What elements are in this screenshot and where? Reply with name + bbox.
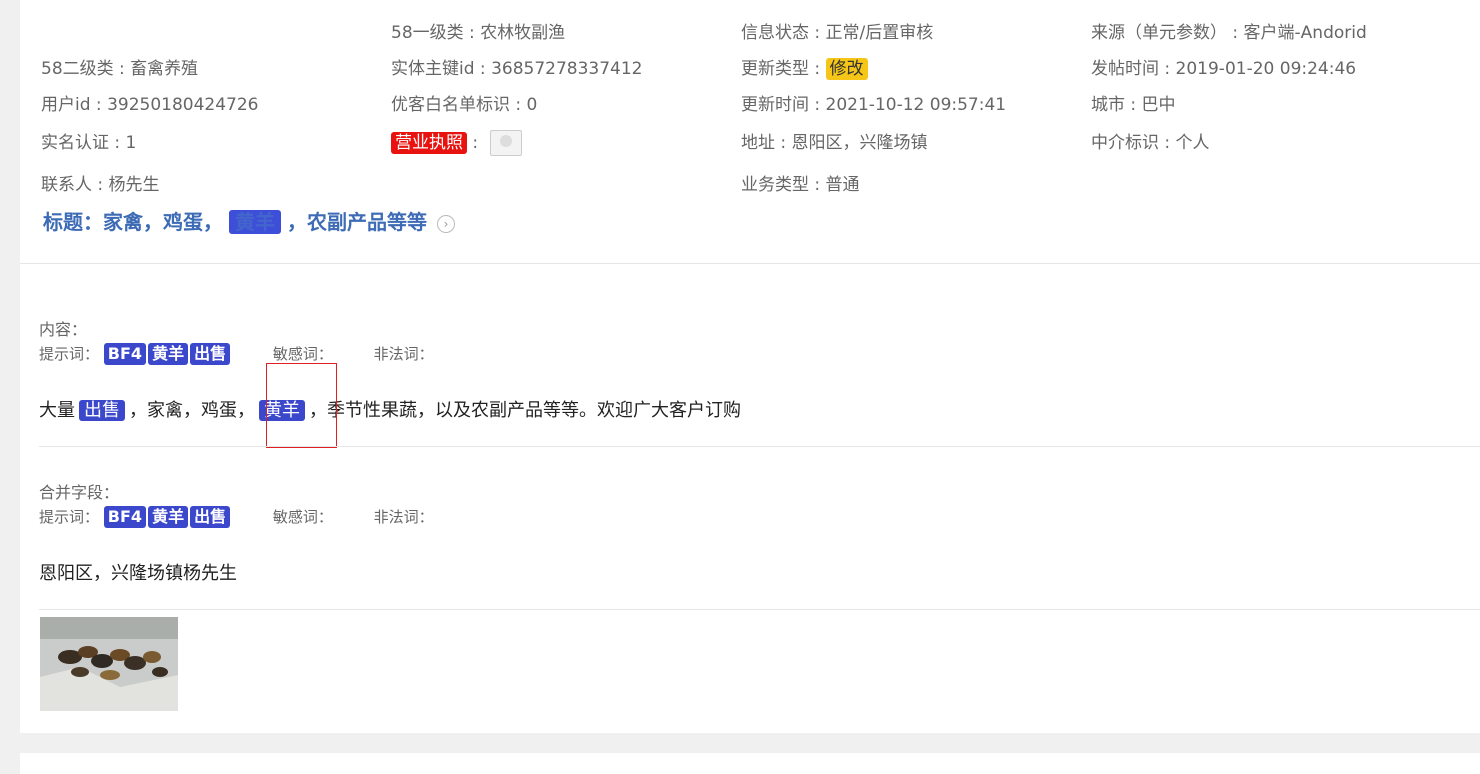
divider bbox=[39, 446, 1480, 447]
divider bbox=[39, 609, 1480, 610]
field-source: 来源（单元参数） : 客户端-Andorid bbox=[1091, 23, 1367, 43]
field-realname: 实名认证 : 1 bbox=[41, 133, 137, 153]
illegal-label: 非法词： bbox=[373, 508, 434, 526]
title-highlight: 黄羊 bbox=[229, 210, 281, 234]
field-post-time: 发帖时间 : 2019-01-20 09:24:46 bbox=[1091, 59, 1357, 79]
hint-tag: BF4 bbox=[103, 343, 147, 365]
sensitive-label: 敏感词： bbox=[272, 508, 333, 526]
divider bbox=[20, 263, 1480, 264]
title-label: 标题： bbox=[43, 210, 103, 234]
field-city: 城市 : 巴中 bbox=[1091, 95, 1176, 115]
field-contact: 联系人 : 杨先生 bbox=[41, 175, 160, 195]
chicken-photo-image bbox=[40, 617, 178, 711]
field-agent: 中介标识 : 个人 bbox=[1091, 133, 1210, 153]
title-text-1: 家禽，鸡蛋， bbox=[103, 210, 223, 234]
content-hint-row: 提示词： BF4 黄羊 出售 敏感词： 非法词： bbox=[39, 343, 434, 365]
field-update-type: 更新类型 : 修改 bbox=[741, 58, 868, 80]
field-whitelist: 优客白名单标识 : 0 bbox=[391, 95, 538, 115]
update-type-badge: 修改 bbox=[825, 58, 868, 80]
hint-tag: 黄羊 bbox=[148, 506, 189, 528]
hint-tag: 黄羊 bbox=[148, 343, 189, 365]
field-biz-type: 业务类型 : 普通 bbox=[741, 175, 860, 195]
merged-hint-row: 提示词： BF4 黄羊 出售 敏感词： 非法词： bbox=[39, 506, 434, 528]
content-highlight: 出售 bbox=[79, 400, 125, 421]
content-text: 大量 出售 ，家禽，鸡蛋， 黄羊 ，季节性果蔬，以及农副产品等等。欢迎广大客户订购 bbox=[39, 400, 741, 421]
hint-tag: 出售 bbox=[190, 506, 231, 528]
hint-tag: 出售 bbox=[190, 343, 231, 365]
field-cat2: 58二级类 : 畜禽养殖 bbox=[41, 59, 199, 79]
license-thumbnail[interactable] bbox=[489, 130, 522, 156]
illegal-label: 非法词： bbox=[373, 345, 434, 363]
field-cat1: 58一级类 : 农林牧副渔 bbox=[391, 23, 566, 43]
field-entity-id: 实体主键id : 36857278337412 bbox=[391, 59, 643, 79]
post-photo[interactable] bbox=[40, 617, 178, 711]
chevron-right-icon[interactable]: › bbox=[437, 214, 455, 233]
title-text-2: ，农副产品等等 bbox=[287, 210, 427, 234]
field-user-id: 用户id : 39250180424726 bbox=[41, 95, 259, 115]
next-card bbox=[20, 753, 1480, 774]
license-badge: 营业执照 bbox=[391, 132, 467, 154]
hint-tag: BF4 bbox=[103, 506, 147, 528]
field-update-time: 更新时间 : 2021-10-12 09:57:41 bbox=[741, 95, 1007, 115]
merged-label: 合并字段： bbox=[39, 483, 120, 502]
annotation-box bbox=[266, 363, 337, 448]
field-address: 地址 : 恩阳区，兴隆场镇 bbox=[741, 133, 928, 153]
field-license: 营业执照 : bbox=[391, 130, 522, 156]
sensitive-label: 敏感词： bbox=[272, 345, 333, 363]
field-info-status: 信息状态 : 正常/后置审核 bbox=[741, 23, 934, 43]
content-label: 内容： bbox=[39, 320, 88, 339]
post-title: 标题：家禽，鸡蛋， 黄羊 ，农副产品等等 › bbox=[43, 208, 455, 236]
merged-text: 恩阳区，兴隆场镇杨先生 bbox=[39, 563, 237, 584]
